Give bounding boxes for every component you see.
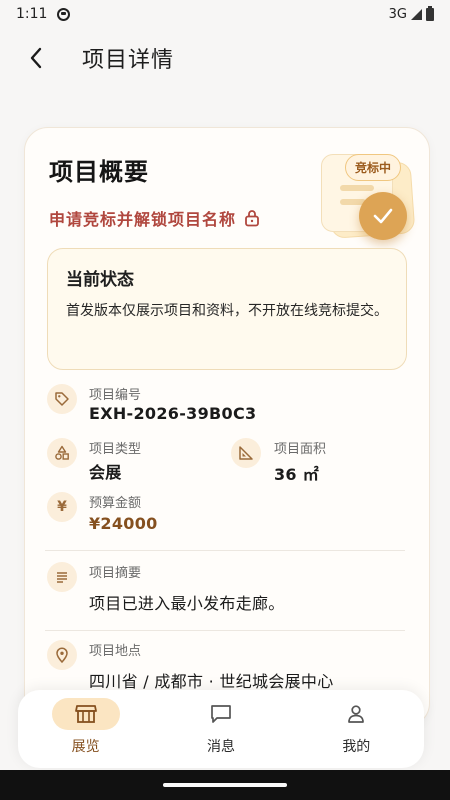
page-title: 项目详情 — [82, 48, 175, 73]
current-status-box: 当前状态 首发版本仅展示项目和资料，不开放在线竞标提交。 — [47, 248, 407, 370]
lock-icon — [244, 209, 260, 227]
nav-label-messages: 消息 — [206, 739, 235, 755]
shapes-icon — [47, 438, 77, 468]
notification-app-icon — [57, 7, 71, 21]
location-pin-icon — [47, 640, 77, 670]
message-icon — [187, 698, 255, 730]
nav-item-messages[interactable]: 消息 — [153, 690, 288, 768]
project-area-value: 36 ㎡ — [274, 465, 320, 484]
project-area-label: 项目面积 — [274, 442, 327, 457]
home-indicator[interactable] — [163, 783, 287, 787]
overview-title: 项目概要 — [49, 158, 149, 186]
nav-item-profile[interactable]: 我的 — [289, 690, 424, 768]
divider — [45, 630, 405, 631]
person-icon — [322, 698, 390, 730]
project-number-value: EXH-2026-39B0C3 — [89, 404, 257, 423]
project-number-label: 项目编号 — [89, 388, 142, 403]
system-navigation-bar — [0, 770, 450, 800]
status-time: 1:11 — [16, 6, 48, 22]
unlock-label: 申请竞标并解锁项目名称 — [49, 210, 237, 229]
status-title: 当前状态 — [66, 270, 134, 290]
budget-value: ¥24000 — [89, 514, 158, 533]
bidding-illustration: 竞标中 — [319, 148, 419, 244]
nav-label-exhibition: 展览 — [71, 739, 100, 755]
tag-icon — [47, 384, 77, 414]
project-type-value: 会展 — [89, 463, 122, 482]
top-app-bar: 项目详情 — [0, 30, 450, 86]
battery-icon — [426, 5, 434, 21]
bidding-status-badge: 竞标中 — [345, 154, 402, 181]
unlock-project-name-link[interactable]: 申请竞标并解锁项目名称 — [49, 206, 260, 230]
project-type-label: 项目类型 — [89, 442, 142, 457]
nav-item-exhibition[interactable]: 展览 — [18, 690, 153, 768]
check-icon — [359, 192, 407, 240]
notes-icon — [47, 562, 77, 592]
nav-label-profile: 我的 — [342, 739, 371, 755]
budget-label: 预算金额 — [89, 496, 142, 511]
signal-icon — [411, 8, 422, 20]
status-bar: 1:11 3G — [0, 0, 450, 28]
summary-value: 项目已进入最小发布走廊。 — [89, 594, 285, 613]
back-arrow-icon — [30, 47, 42, 69]
ruler-icon — [231, 438, 261, 468]
status-description: 首发版本仅展示项目和资料，不开放在线竞标提交。 — [66, 303, 388, 319]
currency-icon: ¥ — [47, 492, 77, 522]
location-label: 项目地点 — [89, 644, 142, 659]
location-value: 四川省 / 成都市 · 世纪城会展中心 — [89, 672, 334, 691]
divider — [45, 550, 405, 551]
bottom-navigation: 展览 消息 我的 — [18, 690, 424, 768]
network-type: 3G — [388, 6, 407, 22]
back-button[interactable] — [8, 30, 64, 86]
project-overview-card: 项目概要 申请竞标并解锁项目名称 竞标中 当前状态 首发版本仅展示项目和资料，不… — [24, 127, 430, 727]
storefront-icon — [51, 698, 120, 730]
summary-label: 项目摘要 — [89, 566, 142, 581]
